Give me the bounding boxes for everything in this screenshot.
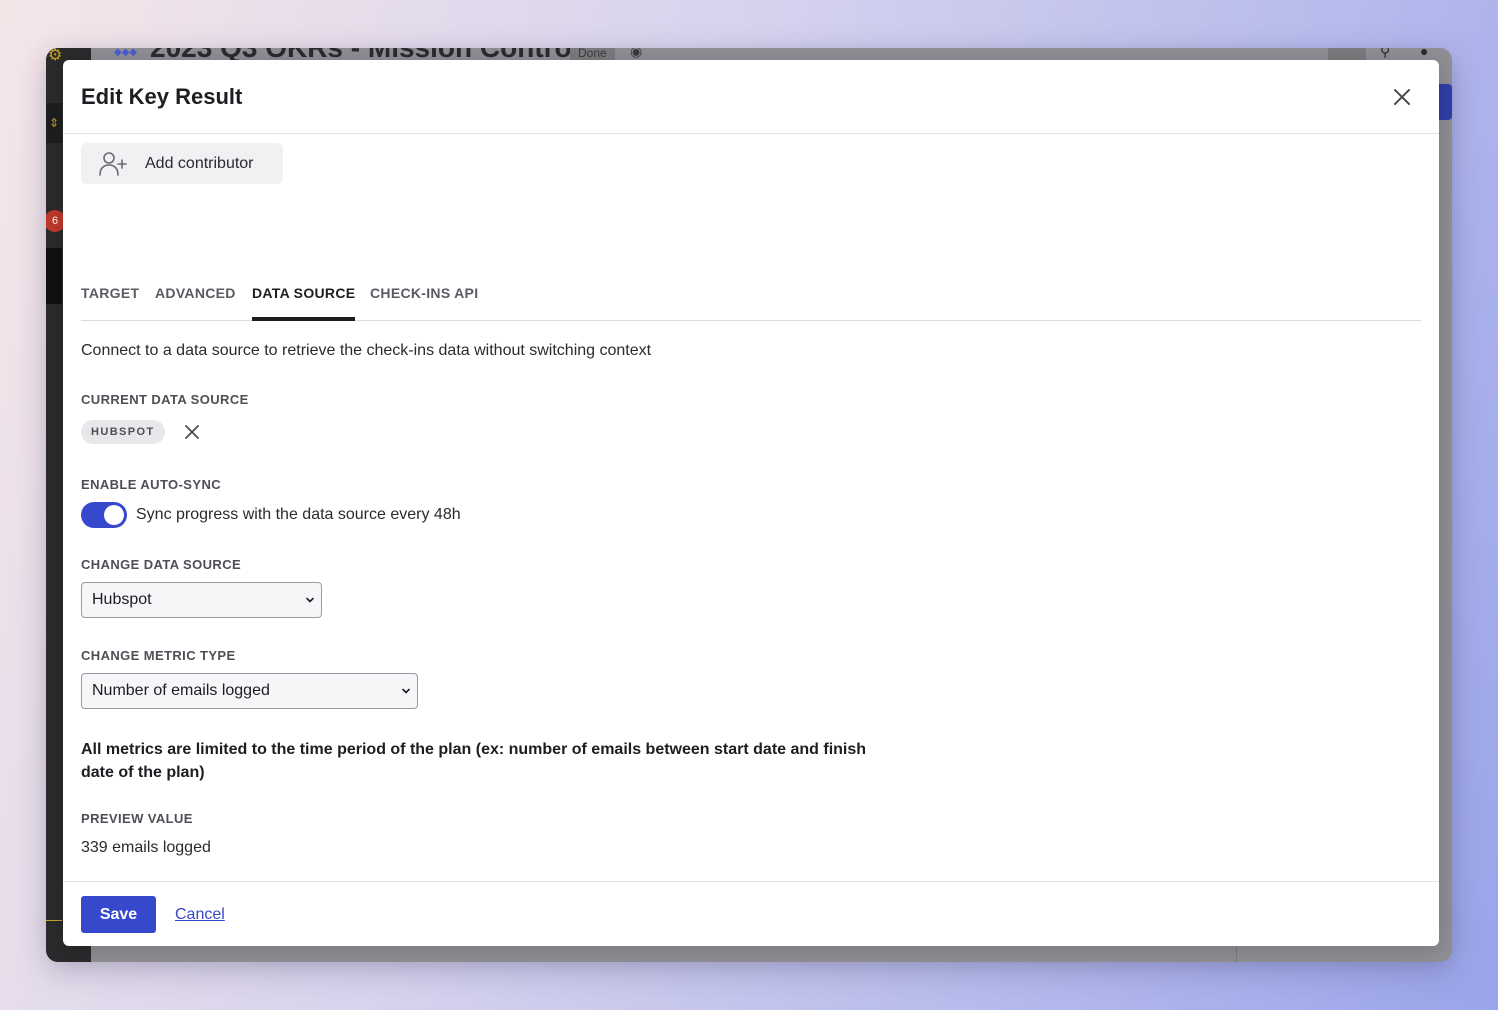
toggle-knob	[104, 505, 124, 525]
metric-period-notice: All metrics are limited to the time peri…	[81, 741, 867, 781]
add-contributor-label: Add contributor	[145, 154, 254, 172]
close-icon	[1394, 89, 1410, 105]
search-icon: ⚲	[1380, 48, 1391, 59]
edit-key-result-modal: Edit Key Result Add contributor TARGET A…	[63, 60, 1439, 946]
auto-sync-text: Sync progress with the data source every…	[136, 506, 461, 523]
data-source-select-value: Hubspot	[92, 591, 152, 608]
eye-icon: ◉	[630, 48, 643, 59]
current-data-source-chip: HUBSPOT	[81, 420, 165, 444]
sidebar-divider	[46, 920, 62, 921]
tab-advanced[interactable]: ADVANCED	[155, 285, 236, 320]
metric-type-select-value: Number of emails logged	[92, 682, 270, 699]
current-data-source-label: CURRENT DATA SOURCE	[81, 392, 249, 407]
auto-sync-label: ENABLE AUTO-SYNC	[81, 477, 222, 492]
cancel-link[interactable]: Cancel	[175, 906, 225, 924]
user-icon: ●	[1420, 48, 1429, 59]
tab-bar: TARGET ADVANCED DATA SOURCE CHECK-INS AP…	[81, 280, 1421, 321]
plan-status-badge: Done	[570, 48, 615, 60]
metric-type-select[interactable]: Number of emails logged	[81, 673, 418, 709]
modal-header: Edit Key Result	[63, 60, 1439, 134]
tab-data-source[interactable]: DATA SOURCE	[252, 285, 356, 321]
add-user-icon	[98, 150, 128, 178]
modal-footer: Save Cancel	[63, 881, 1439, 946]
preview-value-label: PREVIEW VALUE	[81, 811, 193, 826]
close-icon	[185, 425, 199, 439]
gear-icon: ⚙	[48, 48, 63, 64]
preview-value: 339 emails logged	[81, 839, 211, 856]
modal-title: Edit Key Result	[81, 84, 243, 109]
switcher-icon: ⇕	[46, 103, 62, 143]
chevron-down-icon	[401, 686, 411, 696]
chevron-down-icon	[305, 595, 315, 605]
data-source-description: Connect to a data source to retrieve the…	[81, 342, 652, 359]
change-data-source-label: CHANGE DATA SOURCE	[81, 557, 242, 572]
save-button[interactable]: Save	[81, 896, 156, 933]
language-flag-icon	[1328, 48, 1366, 60]
tab-target[interactable]: TARGET	[81, 285, 139, 320]
data-source-select[interactable]: Hubspot	[81, 582, 322, 618]
sidebar-active-item	[46, 248, 62, 304]
auto-sync-toggle[interactable]	[81, 502, 127, 528]
change-metric-type-label: CHANGE METRIC TYPE	[81, 648, 236, 663]
add-contributor-button[interactable]: Add contributor	[81, 143, 283, 184]
close-button[interactable]	[1389, 84, 1415, 110]
plan-logo-icon: ◆◆◆	[114, 48, 138, 58]
tab-check-ins-api[interactable]: CHECK-INS API	[370, 285, 478, 320]
remove-data-source-button[interactable]	[181, 421, 203, 443]
